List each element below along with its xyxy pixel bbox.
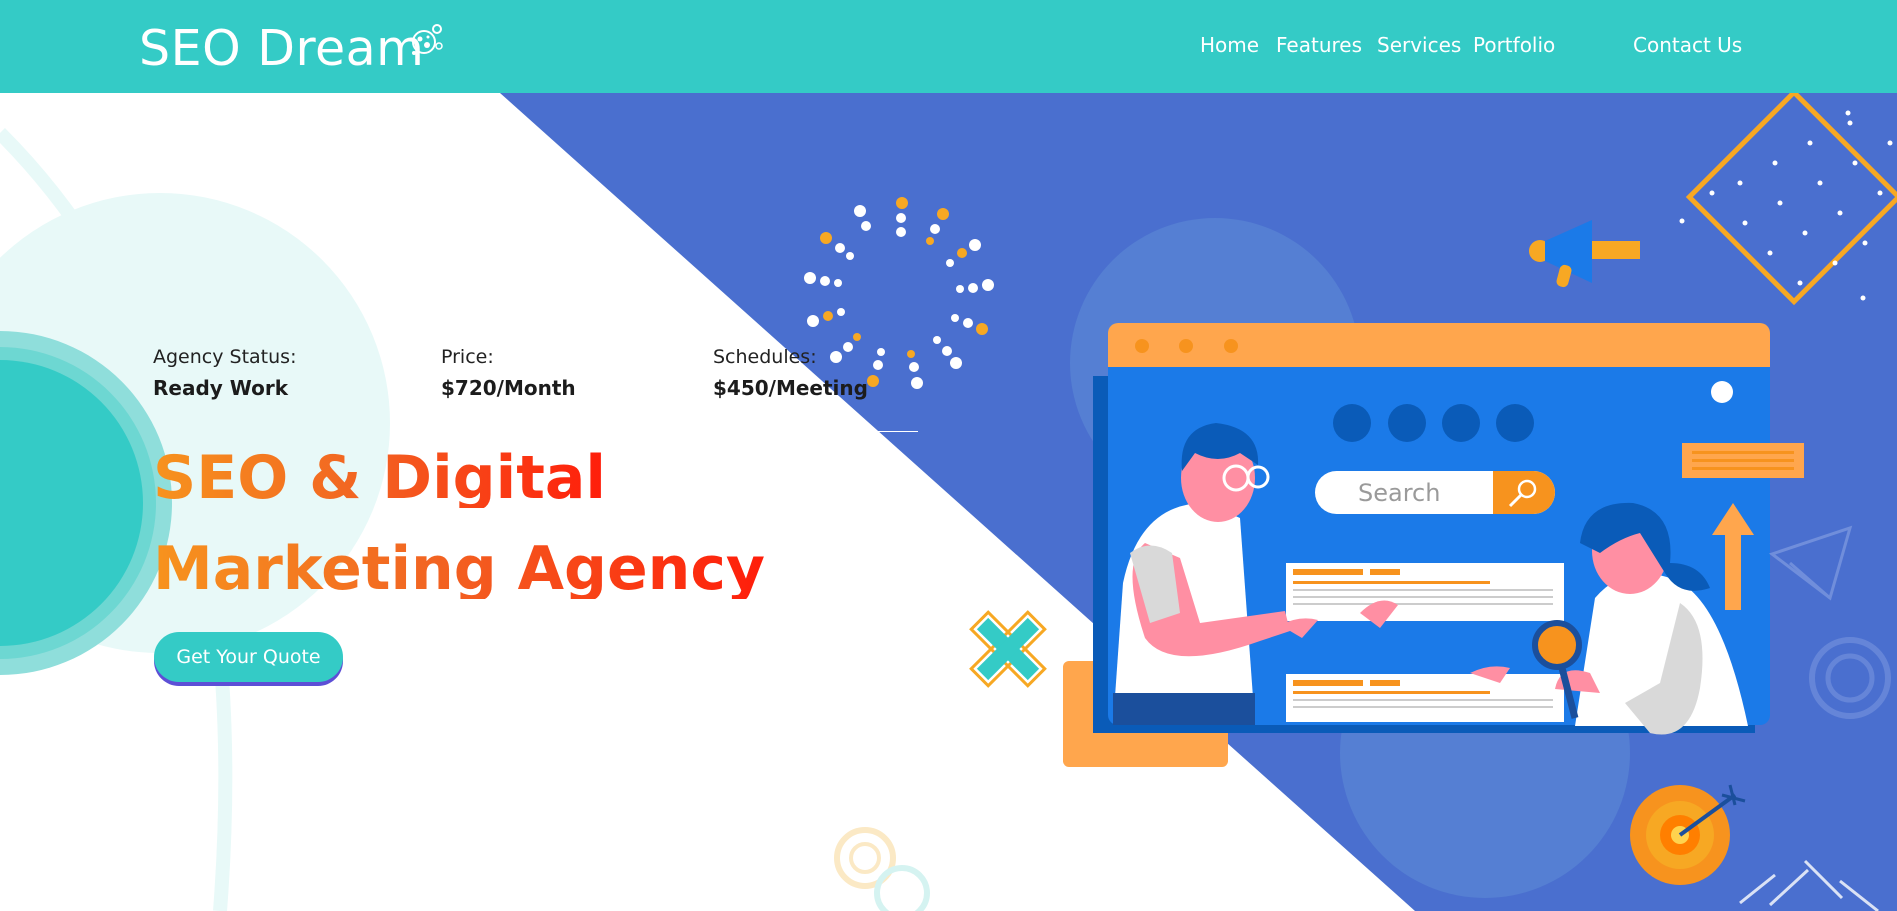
paper-plane-icon [1768, 525, 1853, 601]
nav-services[interactable]: Services [1377, 33, 1461, 57]
x-mark-decoration [969, 610, 1047, 688]
brand-logo-text[interactable]: SEO Dream [139, 20, 424, 79]
target-icon [1630, 784, 1746, 885]
logo-icon [412, 24, 443, 55]
site-header: SEO Dream Home Features Services Portfol… [0, 0, 1897, 93]
nav-portfolio[interactable]: Portfolio [1473, 33, 1555, 57]
ring-decoration [1809, 637, 1891, 719]
megaphone-icon [1529, 220, 1640, 288]
nav-features[interactable]: Features [1276, 33, 1362, 57]
dotted-diamond-decoration [1679, 93, 1897, 306]
nav-home[interactable]: Home [1200, 33, 1259, 57]
stripes-decoration [1739, 859, 1879, 911]
confetti-ring-decoration [804, 197, 994, 389]
search-placeholder-text: Search [1358, 479, 1440, 507]
nav-contact-us[interactable]: Contact Us [1633, 33, 1742, 57]
seo-illustration: Search [804, 93, 1897, 911]
